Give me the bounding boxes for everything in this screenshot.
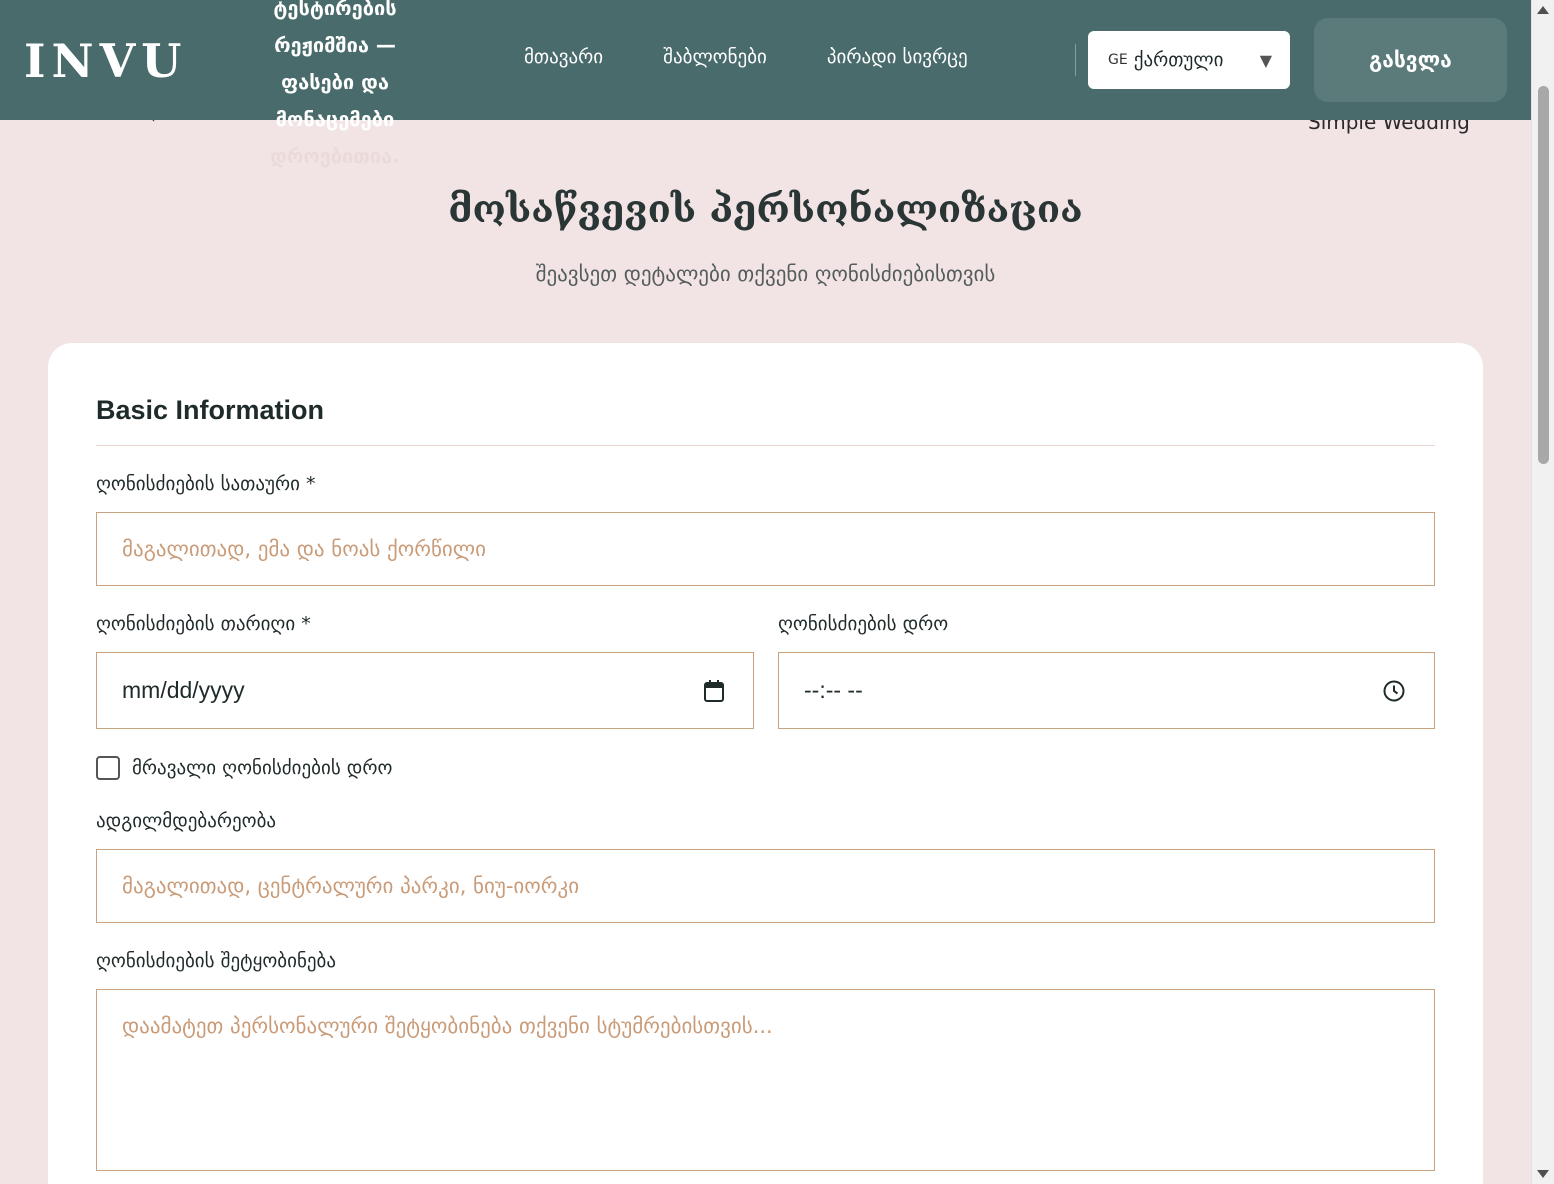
- page-scrollbar[interactable]: [1531, 0, 1554, 1184]
- header-divider: [1075, 44, 1076, 76]
- nav-item-home[interactable]: მთავარი: [524, 46, 603, 68]
- nav-item-personal-space[interactable]: პირადი სივრცე: [827, 46, 968, 68]
- location-placeholder: მაგალითად, ცენტრალური პარკი, ნიუ-იორკი: [122, 874, 580, 898]
- caret-down-icon: ▼: [1259, 50, 1272, 70]
- location-input[interactable]: მაგალითად, ცენტრალური პარკი, ნიუ-იორკი: [96, 849, 1435, 923]
- page-subtitle: შეავსეთ დეტალები თქვენი ღონისძიებისთვის: [535, 262, 996, 286]
- event-date-value: mm/dd/yyyy: [122, 677, 245, 703]
- event-time-label: ღონისძიების დრო: [778, 613, 949, 635]
- calendar-icon[interactable]: [703, 679, 725, 703]
- test-mode-notice: ტესტირების რეჟიმშია — ფასები და მონაცემე…: [244, 0, 426, 175]
- language-label: ქართული: [1133, 49, 1224, 71]
- form-card: Basic Information ღონისძიების სათაური * …: [48, 343, 1483, 1184]
- multiple-times-label[interactable]: მრავალი ღონისძიების დრო: [132, 757, 392, 779]
- nav-item-templates[interactable]: შაბლონები: [663, 46, 767, 68]
- message-textarea[interactable]: დაამატეთ პერსონალური შეტყობინება თქვენი …: [96, 989, 1435, 1171]
- event-time-value: --:-- --: [804, 677, 863, 703]
- top-header: INVU მთავარი შაბლონები პირადი სივრცე GE …: [0, 0, 1531, 120]
- scroll-down-icon[interactable]: [1537, 1170, 1549, 1178]
- section-divider: [96, 445, 1435, 446]
- section-title: Basic Information: [96, 395, 325, 425]
- test-notice-tail: დროებითია.: [270, 144, 400, 168]
- message-label: ღონისძიების შეტყობინება: [96, 950, 337, 972]
- event-title-label: ღონისძიების სათაური *: [96, 473, 316, 495]
- main-nav: მთავარი შაბლონები პირადი სივრცე: [524, 46, 968, 68]
- language-code: GE: [1108, 52, 1128, 68]
- scroll-thumb[interactable]: [1538, 86, 1549, 464]
- event-date-input[interactable]: mm/dd/yyyy: [96, 652, 754, 729]
- test-notice-main: ტესტირების რეჟიმშია — ფასები და მონაცემე…: [273, 0, 397, 131]
- clock-icon[interactable]: [1382, 679, 1406, 703]
- location-label: ადგილმდებარეობა: [96, 810, 277, 832]
- event-title-placeholder: მაგალითად, ემა და ნოას ქორწილი: [122, 537, 486, 561]
- event-date-label: ღონისძიების თარიღი *: [96, 613, 311, 635]
- logout-button[interactable]: გასვლა: [1314, 18, 1507, 102]
- logo[interactable]: INVU: [24, 34, 187, 88]
- message-placeholder: დაამატეთ პერსონალური შეტყობინება თქვენი …: [122, 1014, 773, 1038]
- page-title: მოსაწვევის პერსონალიზაცია: [448, 186, 1083, 231]
- multiple-times-checkbox[interactable]: [96, 756, 120, 780]
- event-title-input[interactable]: მაგალითად, ემა და ნოას ქორწილი: [96, 512, 1435, 586]
- scroll-up-icon[interactable]: [1537, 6, 1549, 14]
- language-select[interactable]: GE ქართული ▼: [1088, 31, 1290, 89]
- event-time-input[interactable]: --:-- --: [778, 652, 1435, 729]
